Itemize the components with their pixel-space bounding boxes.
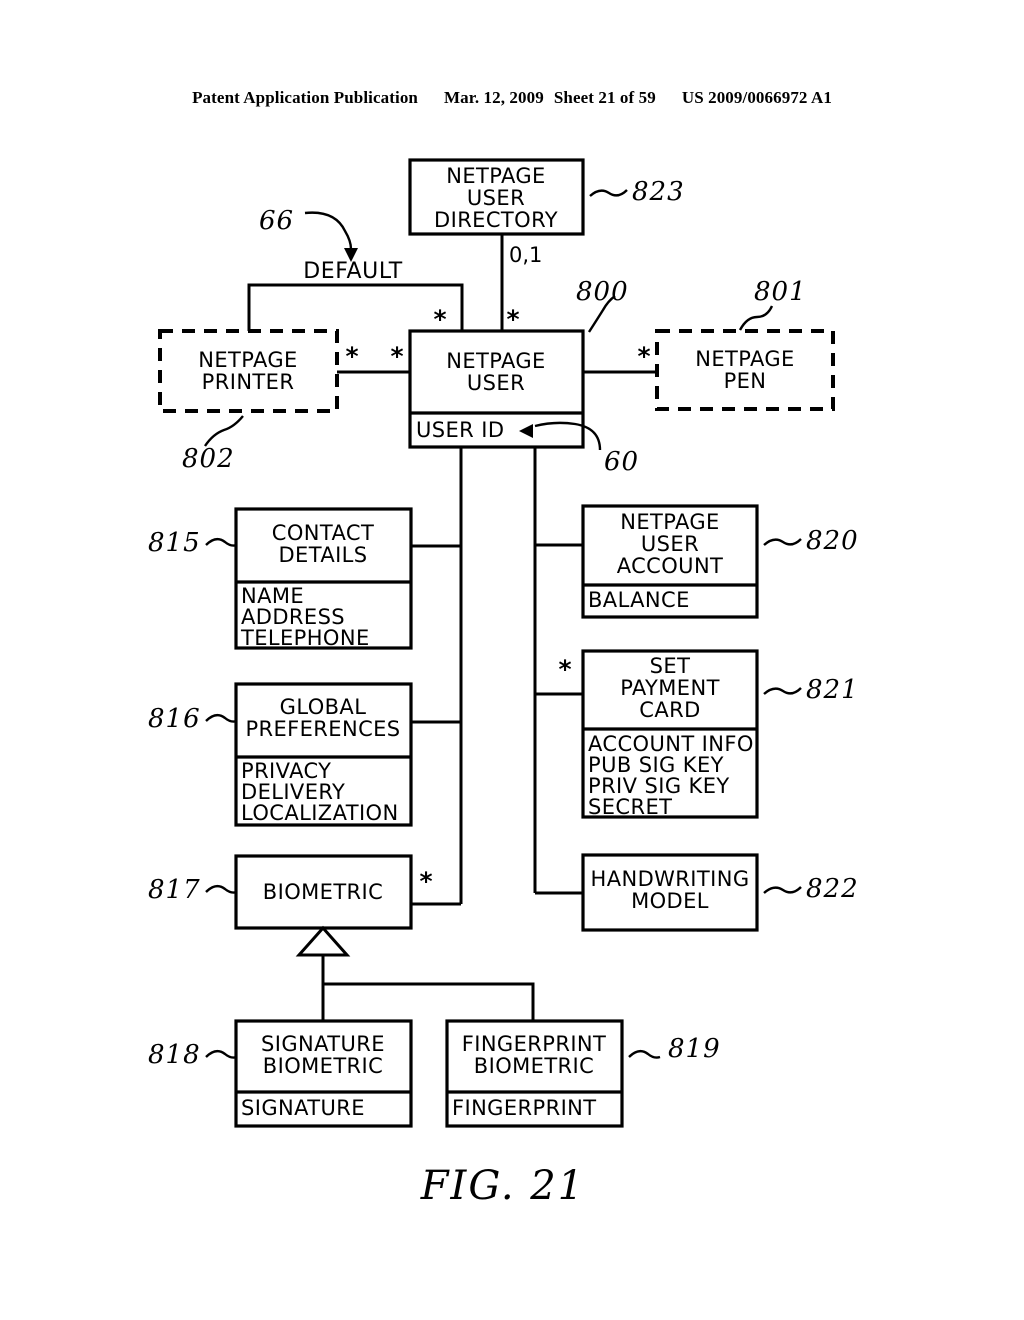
entity-title-line: PAYMENT [620, 676, 720, 700]
entity-attribute: TELEPHONE [240, 626, 370, 650]
entity-title-line: DIRECTORY [434, 208, 558, 232]
entity-title-line: USER [467, 186, 525, 210]
ref-label-820: 820 [806, 526, 859, 556]
ref-label-815: 815 [148, 528, 201, 558]
entity-title-line: NETPAGE [446, 349, 545, 373]
entity-title-line: CONTACT [272, 521, 374, 545]
ref-leader-819 [628, 1049, 661, 1059]
ref-label-818: 818 [148, 1040, 201, 1070]
entity-handwriting-model[interactable]: HANDWRITING MODEL [581, 853, 759, 932]
ref-label-801: 801 [754, 277, 807, 307]
ref-label-817: 817 [148, 875, 201, 905]
ref-leader-823 [589, 189, 628, 197]
entity-title-line: USER [641, 532, 699, 556]
entity-attribute: USER ID [416, 418, 504, 442]
ref-leader-821 [763, 687, 802, 695]
connector-generalization-split [321, 982, 535, 1021]
ref-leader-815 [205, 537, 238, 547]
entity-title-line: PREFERENCES [245, 717, 400, 741]
entity-signature-biometric[interactable]: SIGNATURE BIOMETRIC SIGNATURE [234, 1019, 413, 1128]
entity-title-line: USER [467, 371, 525, 395]
entity-fingerprint-biometric[interactable]: FINGERPRINT BIOMETRIC FINGERPRINT [445, 1019, 624, 1128]
entity-attribute: LOCALIZATION [241, 801, 399, 825]
entity-title-line: GLOBAL [280, 695, 367, 719]
entity-netpage-user-directory[interactable]: NETPAGE USER DIRECTORY [408, 158, 585, 236]
multiplicity-star: * [506, 305, 519, 334]
callout-arrow-66 [304, 211, 353, 250]
entity-contact-details[interactable]: CONTACT DETAILS NAME ADDRESS TELEPHONE [234, 507, 413, 650]
entity-netpage-user-account[interactable]: NETPAGE USER ACCOUNT BALANCE [581, 504, 759, 619]
entity-title-line: DETAILS [278, 543, 367, 567]
entity-title-line: BIOMETRIC [263, 880, 383, 904]
entity-title-line: PRINTER [202, 370, 295, 394]
multiplicity-star: * [345, 342, 358, 371]
entity-title-line: SIGNATURE [261, 1032, 385, 1056]
ref-leader-818 [205, 1049, 238, 1059]
entity-title-line: NETPAGE [446, 164, 545, 188]
multiplicity-star: * [419, 867, 432, 896]
entity-title-line: NETPAGE [695, 347, 794, 371]
ref-label-822: 822 [806, 874, 859, 904]
entity-attribute: BALANCE [588, 588, 690, 612]
entity-netpage-user[interactable]: NETPAGE USER USER ID [408, 329, 585, 449]
ref-leader-817 [205, 884, 238, 894]
uml-class-diagram: NETPAGE USER DIRECTORY 823 0,1 66 DEFAUL… [148, 158, 859, 1209]
entity-title-line: BIOMETRIC [263, 1054, 383, 1078]
ref-label-823: 823 [632, 177, 685, 207]
entity-attribute: SIGNATURE [241, 1096, 365, 1120]
ref-label-800: 800 [576, 277, 629, 307]
entity-netpage-pen[interactable]: NETPAGE PEN [655, 329, 835, 411]
entity-title-line: SET [650, 654, 691, 678]
ref-label-802: 802 [182, 444, 235, 474]
entity-netpage-printer[interactable]: NETPAGE PRINTER [158, 329, 339, 413]
connector-default-printer-to-user [247, 283, 464, 331]
entity-title-line: PEN [724, 369, 767, 393]
multiplicity-star: * [558, 655, 571, 684]
entity-attribute: SECRET [588, 795, 672, 819]
ref-leader-822 [763, 886, 802, 894]
ref-label-60: 60 [604, 447, 639, 477]
ref-label-819: 819 [668, 1034, 721, 1064]
entity-title-line: BIOMETRIC [474, 1054, 594, 1078]
entity-title-line: MODEL [631, 889, 709, 913]
ref-leader-801 [738, 305, 774, 331]
entity-global-preferences[interactable]: GLOBAL PREFERENCES PRIVACY DELIVERY LOCA… [234, 682, 413, 827]
multiplicity-star: * [637, 342, 650, 371]
ref-label-66: 66 [259, 206, 294, 236]
entity-set-payment-card[interactable]: SET PAYMENT CARD ACCOUNT INFO PUB SIG KE… [581, 649, 759, 819]
entity-title-line: FINGERPRINT [462, 1032, 607, 1056]
label-default: DEFAULT [303, 259, 403, 284]
ref-label-816: 816 [148, 704, 201, 734]
multiplicity-star: * [390, 342, 403, 371]
generalization-triangle-icon [295, 925, 351, 957]
ref-label-821: 821 [806, 675, 859, 705]
patent-figure-page: Patent Application Publication Mar. 12, 2… [0, 0, 1024, 1320]
entity-title-line: HANDWRITING [591, 867, 750, 891]
entity-title-line: NETPAGE [198, 348, 297, 372]
multiplicity-star: * [433, 305, 446, 334]
entity-title-line: CARD [639, 698, 700, 722]
cardinality-0-1: 0,1 [509, 243, 542, 267]
ref-leader-816 [205, 713, 238, 723]
entity-biometric[interactable]: BIOMETRIC [234, 854, 413, 930]
figure-caption: FIG. 21 [420, 1163, 585, 1209]
ref-leader-802 [204, 415, 244, 447]
entity-title-line: ACCOUNT [617, 554, 724, 578]
entity-title-line: NETPAGE [620, 510, 719, 534]
ref-leader-820 [763, 538, 802, 546]
entity-attribute: FINGERPRINT [452, 1096, 597, 1120]
